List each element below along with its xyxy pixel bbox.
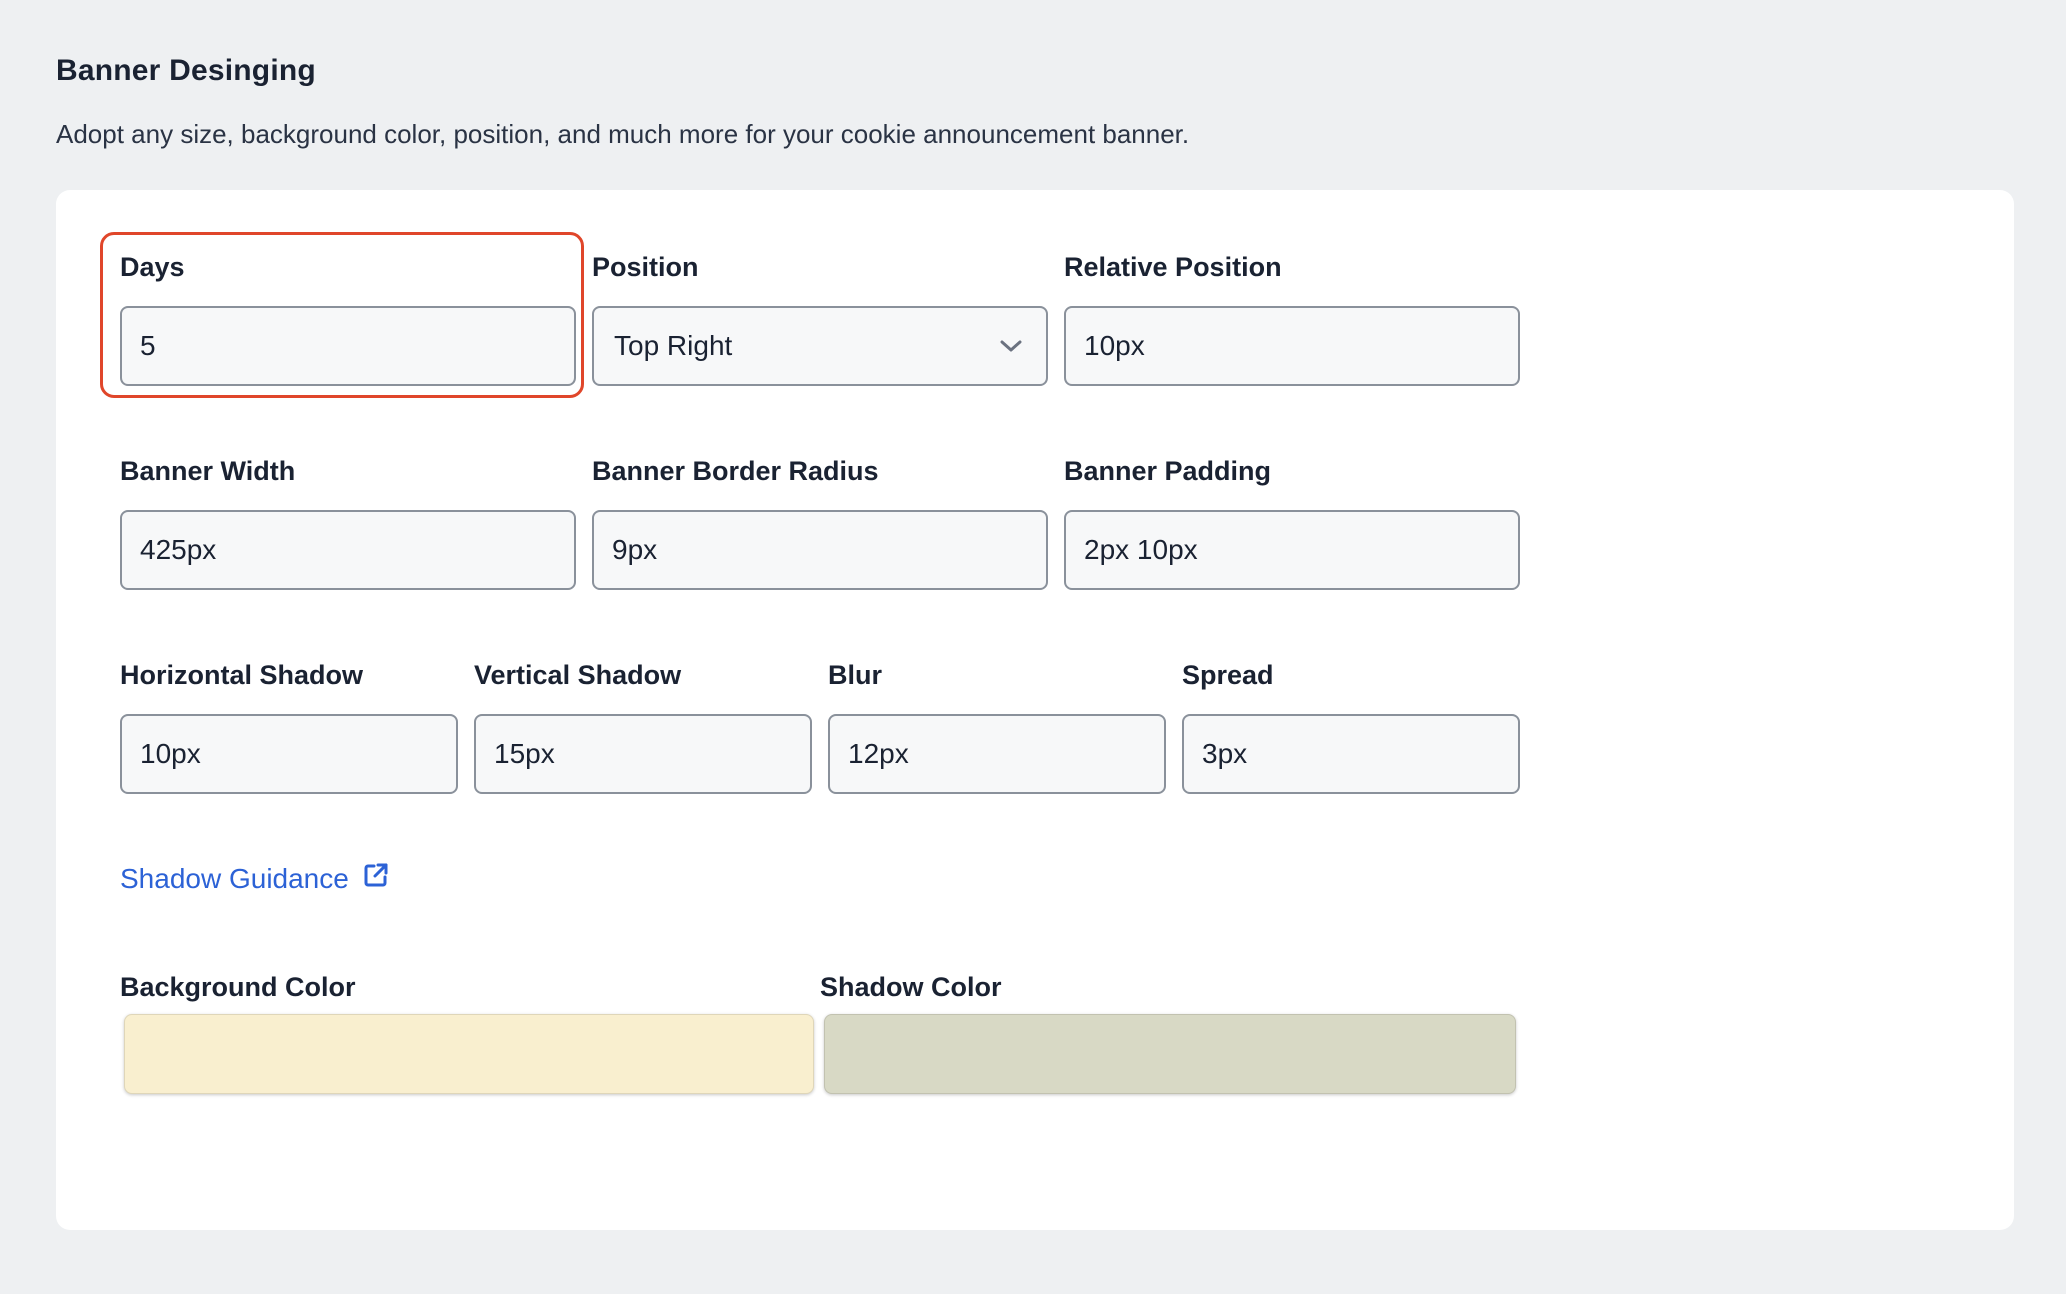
horizontal-shadow-input[interactable] [120, 714, 458, 794]
shadow-color-swatch[interactable] [824, 1014, 1516, 1094]
banner-padding-input[interactable] [1064, 510, 1520, 590]
page-description: Adopt any size, background color, positi… [56, 119, 1190, 149]
spread-input[interactable] [1182, 714, 1520, 794]
shadow-guidance-link[interactable]: Shadow Guidance [120, 862, 389, 895]
banner-width-label: Banner Width [120, 456, 296, 486]
spread-label: Spread [1182, 660, 1274, 690]
banner-width-input[interactable] [120, 510, 576, 590]
days-input[interactable] [120, 306, 576, 386]
banner-border-radius-input[interactable] [592, 510, 1048, 590]
relative-position-label: Relative Position [1064, 252, 1282, 282]
background-color-swatch[interactable] [124, 1014, 814, 1094]
shadow-guidance-label: Shadow Guidance [120, 862, 349, 894]
vertical-shadow-input[interactable] [474, 714, 812, 794]
banner-border-radius-label: Banner Border Radius [592, 456, 879, 486]
vertical-shadow-label: Vertical Shadow [474, 660, 682, 690]
shadow-color-label: Shadow Color [820, 972, 1002, 1002]
relative-position-input[interactable] [1064, 306, 1520, 386]
background-color-label: Background Color [120, 972, 356, 1002]
chevron-down-icon [996, 331, 1026, 361]
banner-design-card: Days Position Top Right Relative Positio… [56, 190, 2014, 1230]
banner-padding-label: Banner Padding [1064, 456, 1272, 486]
page-title: Banner Desinging [56, 54, 316, 87]
horizontal-shadow-label: Horizontal Shadow [120, 660, 363, 690]
days-label: Days [120, 252, 185, 282]
position-select[interactable]: Top Right [592, 306, 1048, 386]
position-select-value: Top Right [614, 330, 733, 361]
blur-input[interactable] [828, 714, 1166, 794]
position-label: Position [592, 252, 699, 282]
blur-label: Blur [828, 660, 882, 690]
external-link-icon [363, 862, 389, 895]
